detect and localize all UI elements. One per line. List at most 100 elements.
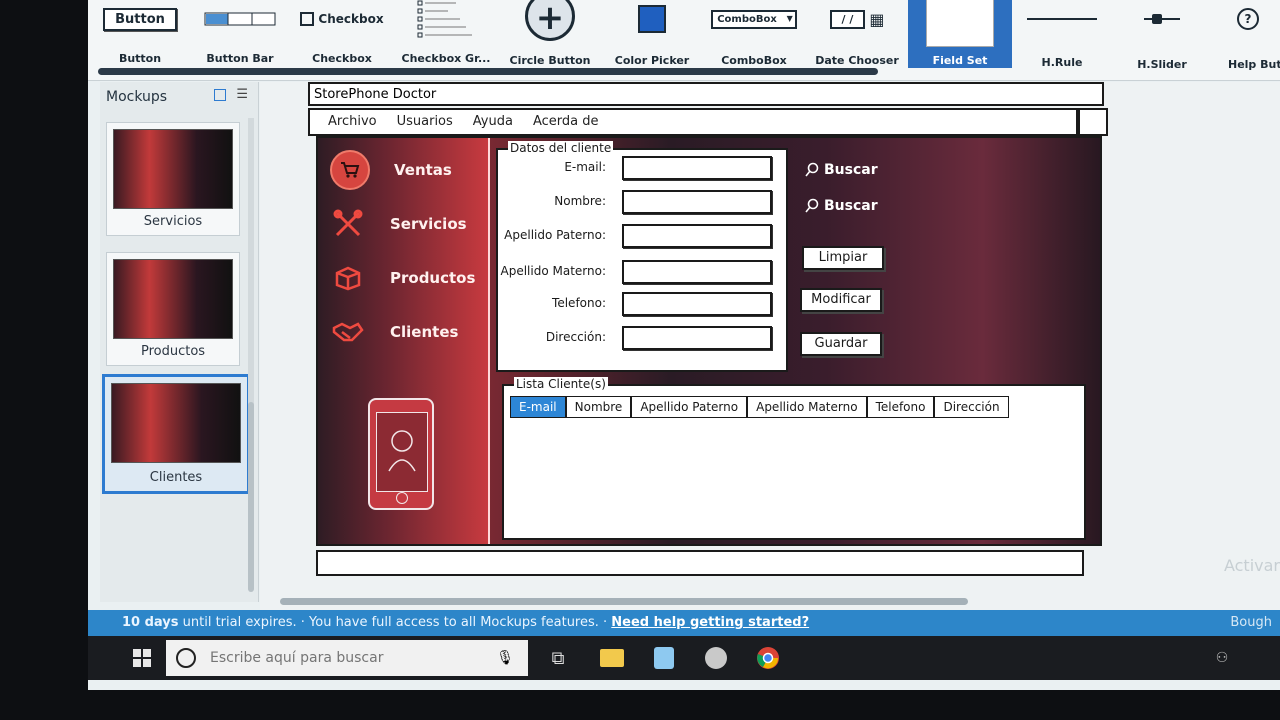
library-item-h-slider[interactable]: H.Slider — [1114, 0, 1210, 71]
direccion-input[interactable] — [624, 329, 770, 349]
tools-icon — [330, 206, 366, 242]
library-item-h-rule[interactable]: H.Rule — [1014, 0, 1110, 70]
file-explorer-icon[interactable] — [598, 644, 626, 672]
people-icon[interactable]: ⚇ — [1208, 644, 1236, 672]
library-item-checkbox-group[interactable]: Checkbox Gr... — [396, 0, 496, 70]
help-icon: ? — [1237, 8, 1259, 30]
search-icon — [805, 162, 819, 177]
box-icon — [330, 260, 366, 296]
app-body: Ventas Servicios Productos Clientes Dato… — [316, 136, 1102, 546]
wireframe-window: StorePhone Doctor Archivo Usuarios Ayuda… — [308, 82, 1108, 576]
nav-servicios[interactable]: Servicios — [330, 204, 480, 244]
menu-archivo[interactable]: Archivo — [328, 110, 377, 134]
help-getting-started-link[interactable]: Need help getting started? — [611, 615, 809, 630]
microphone-icon[interactable]: 🎙 — [496, 650, 514, 666]
phone-image — [368, 398, 434, 510]
task-view-icon[interactable]: ⧉ — [544, 644, 572, 672]
nav-productos[interactable]: Productos — [330, 258, 480, 298]
trial-days: 10 days — [122, 615, 179, 630]
status-bar — [316, 550, 1084, 576]
taskbar-search-input[interactable] — [208, 649, 497, 667]
home-button-icon — [396, 492, 408, 504]
store-icon[interactable] — [650, 644, 678, 672]
menu-acerca-de[interactable]: Acerda de — [533, 110, 599, 134]
library-item-field-set[interactable]: Field Set — [908, 0, 1012, 68]
mockup-preview — [113, 259, 233, 339]
column-apellido-paterno[interactable]: Apellido Paterno — [631, 396, 748, 418]
library-item-date-chooser[interactable]: / / ▦ Date Chooser — [806, 0, 908, 70]
mockups-panel: Mockups ☰ Servicios Productos Clientes — [100, 82, 259, 602]
list-view-icon[interactable]: ☰ — [236, 88, 248, 101]
cortana-icon — [176, 648, 196, 668]
plus-circle-icon: + — [525, 0, 575, 41]
menu-bar-end — [1078, 108, 1108, 136]
library-item-combobox[interactable]: ComboBox ▼ ComboBox — [706, 0, 802, 70]
library-item-help-button[interactable]: ? Help Butto — [1216, 0, 1280, 71]
menu-ayuda[interactable]: Ayuda — [473, 110, 513, 134]
column-nombre[interactable]: Nombre — [565, 396, 632, 418]
column-apellido-materno[interactable]: Apellido Materno — [747, 396, 867, 418]
component-library: Button Button Button Bar Checkbox Checkb… — [88, 0, 1280, 81]
mockup-thumb-servicios[interactable]: Servicios — [106, 122, 240, 236]
nav-ventas[interactable]: Ventas — [330, 150, 480, 190]
list-title: Lista Cliente(s) — [514, 377, 608, 391]
field-row-nombre: Nombre: — [498, 186, 786, 216]
slider-icon — [1144, 14, 1180, 24]
windows-start-icon[interactable] — [128, 644, 156, 672]
guardar-button[interactable]: Guardar — [800, 332, 882, 356]
buscar-nombre-link[interactable]: Buscar — [804, 198, 878, 214]
search-icon — [805, 198, 819, 213]
mockup-preview — [111, 383, 241, 463]
client-data-fieldset: Datos del cliente E-mail: Nombre: Apelli… — [496, 141, 788, 372]
library-item-checkbox[interactable]: Checkbox Checkbox — [294, 0, 390, 70]
library-item-button-bar[interactable]: Button Bar — [190, 0, 290, 70]
person-head-icon — [388, 430, 416, 472]
buscar-email-link[interactable]: Buscar — [804, 162, 878, 178]
column-telefono[interactable]: Telefono — [866, 396, 935, 418]
panel-scrollbar-thumb[interactable] — [248, 402, 254, 592]
buy-link[interactable]: Bough — [1230, 610, 1272, 636]
color-swatch-icon — [638, 5, 666, 33]
telefono-input[interactable] — [624, 295, 770, 315]
field-row-apellido-paterno: Apellido Paterno: — [498, 220, 786, 250]
mockup-thumb-productos[interactable]: Productos — [106, 252, 240, 366]
canvas-horizontal-scrollbar[interactable] — [280, 598, 968, 605]
trial-notice-bar: 10 days until trial expires. · You have … — [88, 610, 1280, 636]
windows-taskbar: 🎙 ⧉ ⚇ — [88, 636, 1280, 680]
app-screen: Button Button Button Bar Checkbox Checkb… — [88, 0, 1280, 690]
horizontal-rule-icon — [1027, 18, 1097, 20]
table-header: E-mail Nombre Apellido Paterno Apellido … — [510, 396, 1009, 418]
menu-bar: Archivo Usuarios Ayuda Acerda de — [308, 108, 1078, 136]
column-direccion[interactable]: Dirección — [934, 396, 1009, 418]
taskbar-search: 🎙 — [166, 640, 528, 676]
chrome-icon[interactable] — [754, 644, 782, 672]
button-bar-icon — [190, 2, 290, 36]
apellido-paterno-input[interactable] — [624, 227, 770, 247]
mockup-thumb-clientes[interactable]: Clientes — [102, 374, 250, 494]
calendar-icon: ▦ — [869, 9, 885, 29]
menu-usuarios[interactable]: Usuarios — [397, 110, 453, 134]
mockup-preview — [113, 129, 233, 209]
field-row-direccion: Dirección: — [498, 322, 786, 352]
nombre-input[interactable] — [624, 193, 770, 213]
date-field-icon: / / — [829, 9, 866, 29]
trial-text: until trial expires. · You have full acc… — [178, 615, 612, 630]
table-body — [504, 420, 1084, 538]
square-icon[interactable] — [214, 89, 227, 101]
checkbox-icon — [300, 12, 315, 26]
library-scrollbar[interactable] — [98, 68, 878, 75]
cart-icon — [330, 150, 370, 190]
column-email[interactable]: E-mail — [510, 396, 566, 418]
apellido-materno-input[interactable] — [624, 263, 770, 283]
library-item-color-picker[interactable]: Color Picker — [604, 0, 700, 70]
field-set-icon — [926, 0, 994, 47]
button-icon: Button — [103, 7, 177, 31]
limpiar-button[interactable]: Limpiar — [802, 246, 884, 270]
handshake-icon — [330, 314, 366, 350]
library-item-circle-button[interactable]: + Circle Button — [500, 0, 600, 70]
balsamiq-icon[interactable] — [702, 644, 730, 672]
library-item-button[interactable]: Button Button — [92, 0, 188, 70]
modificar-button[interactable]: Modificar — [800, 288, 882, 312]
nav-clientes[interactable]: Clientes — [330, 312, 480, 352]
email-input[interactable] — [624, 159, 770, 179]
